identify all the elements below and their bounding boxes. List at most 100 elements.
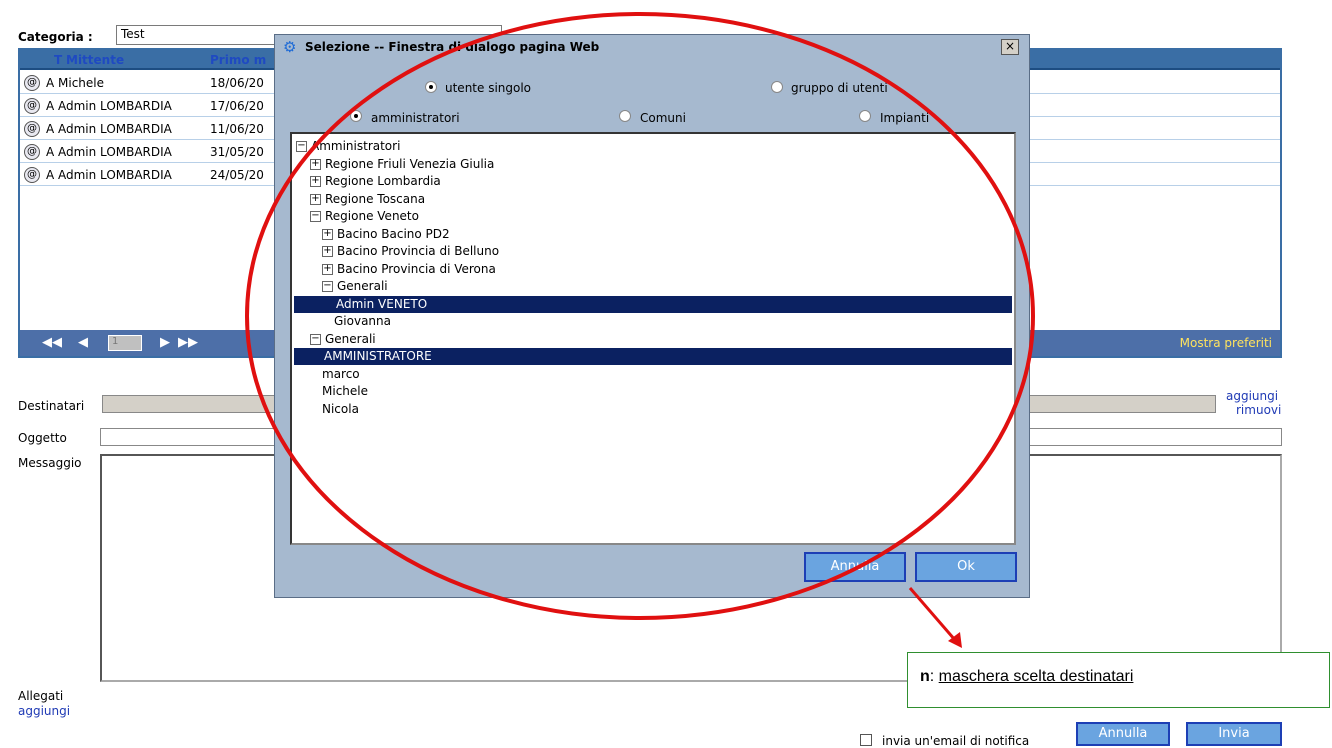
- expand-icon[interactable]: +: [322, 246, 333, 257]
- first-page-icon[interactable]: ◀◀: [42, 335, 62, 350]
- dialog-ok-button[interactable]: Ok: [915, 552, 1017, 582]
- tree-node[interactable]: − Generali: [322, 278, 388, 295]
- annotation-prefix: n: [920, 668, 930, 685]
- expand-icon[interactable]: +: [322, 228, 333, 240]
- show-favorites-link[interactable]: Mostra preferiti: [1180, 336, 1272, 350]
- column-header-first[interactable]: Primo m: [210, 53, 266, 67]
- send-button[interactable]: Invia: [1186, 722, 1282, 746]
- tree-node-label: Generali: [325, 331, 376, 346]
- remove-recipient-link[interactable]: rimuovi: [1236, 403, 1281, 417]
- radio-comuni-label: Comuni: [640, 111, 686, 125]
- row-type: A: [46, 122, 55, 136]
- radio-user-group[interactable]: [771, 81, 783, 93]
- message-status-icon: @: [24, 75, 40, 91]
- radio-administrators-label: amministratori: [371, 111, 460, 125]
- tree-node-label: Nicola: [322, 401, 359, 416]
- annotation-caption: maschera scelta destinatari: [938, 668, 1134, 685]
- row-date: 24/05/20: [210, 168, 264, 182]
- radio-comuni[interactable]: [619, 110, 631, 122]
- message-status-icon: @: [24, 144, 40, 160]
- categoria-label: Categoria :: [18, 30, 93, 44]
- tree-node-label: Generali: [337, 279, 388, 293]
- collapse-icon[interactable]: −: [310, 333, 321, 345]
- last-page-icon[interactable]: ▶▶: [178, 335, 198, 350]
- annotation-separator: :: [929, 668, 939, 685]
- prev-page-icon[interactable]: ◀: [78, 335, 88, 350]
- tree-node[interactable]: Admin VENETO: [294, 295, 1012, 313]
- row-date: 17/06/20: [210, 99, 264, 113]
- tree-node-label: Regione Friuli Venezia Giulia: [325, 156, 495, 171]
- tree-node-label: Amministratori: [311, 139, 401, 153]
- dialog-title: Selezione -- Finestra di dialogo pagina …: [305, 40, 600, 54]
- annotation-text: n: maschera scelta destinatari: [920, 668, 1133, 686]
- row-sender: Admin LOMBARDIA: [58, 168, 172, 182]
- destinatari-label: Destinatari: [18, 399, 85, 413]
- column-header-sender[interactable]: Mittente: [66, 53, 124, 67]
- radio-single-user-label: utente singolo: [445, 81, 532, 95]
- close-button[interactable]: ×: [1001, 39, 1019, 55]
- expand-icon[interactable]: +: [322, 263, 333, 275]
- tree-node[interactable]: − Generali: [310, 331, 376, 348]
- page-select[interactable]: 1: [108, 335, 142, 351]
- tree-node-label: Regione Toscana: [325, 191, 426, 206]
- expand-icon[interactable]: +: [310, 158, 321, 170]
- dialog-titlebar[interactable]: ⚙ Selezione -- Finestra di dialogo pagin…: [275, 35, 1029, 59]
- expand-icon[interactable]: +: [310, 193, 321, 205]
- row-sender: Admin LOMBARDIA: [58, 99, 172, 113]
- tree-node[interactable]: + Regione Lombardia: [310, 173, 441, 190]
- column-header-type[interactable]: T: [54, 53, 62, 67]
- collapse-icon[interactable]: −: [322, 281, 333, 292]
- tree-node-label: AMMINISTRATORE: [324, 349, 432, 363]
- messaggio-label: Messaggio: [18, 456, 82, 470]
- add-attachment-link[interactable]: aggiungi: [18, 704, 70, 718]
- tree-node[interactable]: + Regione Friuli Venezia Giulia: [310, 156, 494, 173]
- row-type: A: [46, 168, 55, 182]
- radio-impianti[interactable]: [859, 110, 871, 122]
- next-page-icon[interactable]: ▶: [160, 335, 170, 350]
- tree-node-label: Michele: [322, 384, 368, 398]
- oggetto-label: Oggetto: [18, 431, 67, 445]
- tree-node[interactable]: − Regione Veneto: [310, 208, 419, 225]
- row-date: 31/05/20: [210, 145, 264, 159]
- allegati-label: Allegati: [18, 689, 64, 703]
- tree-node[interactable]: + Bacino Bacino PD2: [322, 226, 450, 243]
- cancel-button[interactable]: Annulla: [1076, 722, 1170, 746]
- recipient-tree: − Amministratori + Regione Friuli Venezia G…: [290, 132, 1016, 545]
- tree-node[interactable]: Giovanna: [334, 313, 391, 330]
- collapse-icon[interactable]: −: [310, 211, 321, 222]
- annotation-callout: n: maschera scelta destinatari: [907, 652, 1330, 708]
- tree-node[interactable]: Michele: [322, 383, 368, 400]
- message-status-icon: @: [24, 98, 40, 114]
- selection-dialog: ⚙ Selezione -- Finestra di dialogo pagin…: [274, 34, 1030, 598]
- row-type: A: [46, 76, 55, 90]
- tree-node-label: Regione Lombardia: [325, 174, 441, 188]
- tree-node[interactable]: marco: [322, 366, 360, 383]
- radio-user-group-label: gruppo di utenti: [791, 81, 888, 95]
- message-status-icon: @: [24, 167, 40, 183]
- radio-administrators[interactable]: [350, 110, 362, 122]
- tree-node[interactable]: + Bacino Provincia di Belluno: [322, 243, 499, 260]
- tree-node-label: Giovanna: [334, 314, 391, 328]
- tree-node[interactable]: + Bacino Provincia di Verona: [322, 261, 496, 278]
- tree-node-label: Regione Veneto: [325, 209, 419, 223]
- email-notify-checkbox[interactable]: [860, 734, 872, 746]
- tree-node[interactable]: − Amministratori: [296, 138, 400, 155]
- tree-node[interactable]: Nicola: [322, 401, 359, 418]
- add-recipient-link[interactable]: aggiungi: [1226, 389, 1278, 403]
- tree-node[interactable]: AMMINISTRATORE: [294, 348, 1012, 365]
- tree-node-label: Bacino Bacino PD2: [337, 226, 450, 241]
- tree-node-label: Admin VENETO: [336, 296, 428, 311]
- tree-node-label: Bacino Provincia di Belluno: [337, 244, 500, 258]
- row-date: 11/06/20: [210, 122, 264, 136]
- tree-node[interactable]: + Regione Toscana: [310, 191, 425, 208]
- radio-single-user[interactable]: [425, 81, 437, 93]
- dialog-cancel-button[interactable]: Annulla: [804, 552, 906, 582]
- collapse-icon[interactable]: −: [296, 141, 307, 152]
- browser-icon: ⚙: [283, 38, 297, 56]
- message-status-icon: @: [24, 121, 40, 137]
- row-type: A: [46, 99, 55, 113]
- row-date: 18/06/20: [210, 76, 264, 90]
- row-sender: Michele: [58, 76, 104, 90]
- tree-node-label: marco: [322, 366, 360, 381]
- expand-icon[interactable]: +: [310, 176, 321, 187]
